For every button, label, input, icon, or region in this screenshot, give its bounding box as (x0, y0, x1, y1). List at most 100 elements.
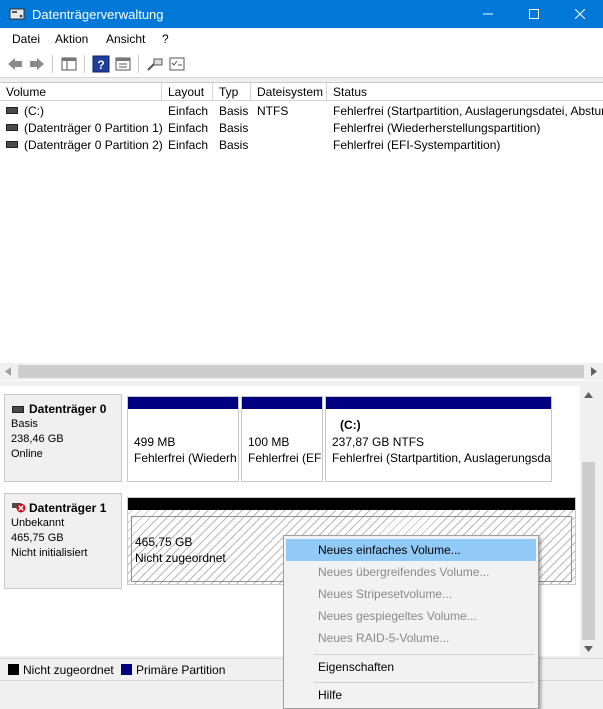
horizontal-scroll-thumb[interactable] (18, 365, 584, 378)
volume-status: Fehlerfrei (Wiederherstellungspartition) (333, 121, 541, 135)
primary-partition-bar (128, 397, 238, 409)
menu-ansicht[interactable]: Ansicht (106, 32, 145, 46)
volume-filesystem: NTFS (257, 104, 289, 118)
partition-status: Fehlerfrei (EF (248, 451, 322, 465)
primary-partition-bar (326, 397, 551, 409)
column-header-filesystem[interactable]: Dateisystem (251, 83, 327, 101)
toolbar-separator (52, 55, 53, 73)
menu-item-help[interactable]: Hilfe (286, 684, 536, 706)
minimize-icon (483, 13, 493, 15)
disk-0-partition-1[interactable]: 499 MB Fehlerfrei (Wiederh (127, 396, 239, 482)
menu-bar: Datei Aktion Ansicht ? (0, 28, 603, 50)
scroll-left-icon[interactable] (4, 367, 12, 376)
menu-item-properties[interactable]: Eigenschaften (286, 656, 536, 678)
scroll-right-icon[interactable] (590, 367, 598, 376)
forward-arrow-icon[interactable] (28, 55, 46, 73)
close-button[interactable] (557, 0, 603, 28)
disk-name: Datenträger 0 (29, 402, 107, 416)
disk-type: Basis (11, 418, 38, 430)
volume-layout: Einfach (168, 138, 209, 152)
column-header-volume[interactable]: Volume (0, 83, 162, 101)
svg-text:?: ? (97, 58, 104, 72)
volume-layout: Einfach (168, 121, 209, 135)
disk-error-icon (12, 503, 26, 513)
legend-swatch-primary (121, 664, 132, 675)
window-title: Datenträgerverwaltung (32, 7, 164, 22)
title-bar: Datenträgerverwaltung (0, 0, 603, 28)
partition-status: Fehlerfrei (Wiederh (134, 451, 237, 465)
table-row[interactable]: (Datenträger 0 Partition 2) Einfach Basi… (0, 136, 603, 153)
disk-status: Nicht initialisiert (11, 547, 88, 559)
menu-separator (314, 654, 534, 655)
disk-0-partition-c[interactable]: (C:) 237,87 GB NTFS Fehlerfrei (Startpar… (325, 396, 552, 482)
maximize-button[interactable] (511, 0, 557, 28)
menu-item-new-striped-volume: Neues Stripesetvolume... (318, 587, 453, 601)
menu-aktion[interactable]: Aktion (55, 32, 88, 46)
disk-name: Datenträger 1 (29, 501, 107, 515)
legend-label-unallocated: Nicht zugeordnet (23, 663, 114, 677)
properties-icon[interactable] (114, 55, 132, 73)
context-menu: Neues einfaches Volume... Neues übergrei… (283, 535, 539, 709)
minimize-button[interactable] (465, 0, 511, 28)
partition-status: Fehlerfrei (Startpartition, Auslagerungs… (332, 451, 551, 465)
toolbar: ? (0, 50, 603, 78)
partition-size: 237,87 GB NTFS (332, 435, 425, 449)
disk-management-app-icon (9, 8, 25, 20)
column-header-type[interactable]: Typ (213, 83, 251, 101)
primary-partition-bar (242, 397, 322, 409)
menu-item-new-mirrored-volume: Neues gespiegeltes Volume... (318, 609, 477, 623)
column-header-layout[interactable]: Layout (162, 83, 213, 101)
legend-swatch-unallocated (8, 664, 19, 675)
volume-name: (Datenträger 0 Partition 2) (24, 138, 163, 152)
rescan-icon[interactable] (146, 55, 164, 73)
volume-type: Basis (219, 121, 249, 135)
volume-status: Fehlerfrei (EFI-Systempartition) (333, 138, 501, 152)
menu-item-new-spanned-volume: Neues übergreifendes Volume... (318, 565, 490, 579)
disk-type: Unbekannt (11, 517, 65, 529)
disk-size: 465,75 GB (11, 532, 64, 544)
menu-item-new-simple-volume[interactable]: Neues einfaches Volume... (286, 539, 536, 561)
table-row[interactable]: (C:) Einfach Basis NTFS Fehlerfrei (Star… (0, 102, 603, 119)
console-tree-icon[interactable] (60, 55, 78, 73)
toolbar-separator (138, 55, 139, 73)
volume-type: Basis (219, 104, 249, 118)
volume-icon (6, 107, 18, 114)
scroll-up-icon[interactable] (584, 391, 593, 398)
table-row[interactable]: (Datenträger 0 Partition 1) Einfach Basi… (0, 119, 603, 136)
disk-size: 238,46 GB (11, 433, 64, 445)
volume-name: (C:) (24, 104, 44, 118)
unallocated-bar (128, 498, 575, 510)
close-icon (575, 9, 585, 19)
scroll-down-icon[interactable] (584, 646, 593, 653)
maximize-icon (529, 9, 539, 19)
menu-datei[interactable]: Datei (12, 32, 40, 46)
list-view-icon[interactable] (168, 55, 186, 73)
back-arrow-icon[interactable] (6, 55, 24, 73)
partition-size: 465,75 GB (135, 535, 193, 549)
column-header-status[interactable]: Status (327, 83, 603, 101)
disk-0-info[interactable]: Datenträger 0 Basis 238,46 GB Online (4, 394, 122, 482)
help-icon[interactable]: ? (92, 55, 110, 73)
disk-1-info[interactable]: Datenträger 1 Unbekannt 465,75 GB Nicht … (4, 493, 122, 589)
horizontal-scrollbar[interactable] (0, 363, 603, 380)
partition-size: 499 MB (134, 435, 176, 449)
legend-label-primary: Primäre Partition (136, 663, 226, 677)
partition-size: 100 MB (248, 435, 290, 449)
partition-label: (C:) (340, 418, 361, 432)
volume-icon (6, 124, 18, 131)
partition-status: Nicht zugeordnet (135, 551, 226, 565)
volume-list: Volume Layout Typ Dateisystem Status (C:… (0, 82, 603, 381)
disk-icon (12, 406, 24, 413)
vertical-scroll-thumb[interactable] (582, 462, 595, 640)
volume-type: Basis (219, 138, 249, 152)
volume-status: Fehlerfrei (Startpartition, Auslagerungs… (333, 104, 603, 118)
disk-0-partition-2[interactable]: 100 MB Fehlerfrei (EF (241, 396, 323, 482)
vertical-scrollbar[interactable] (580, 386, 597, 658)
menu-help[interactable]: ? (162, 32, 169, 46)
menu-item-new-raid5-volume: Neues RAID-5-Volume... (318, 631, 450, 645)
menu-separator (314, 682, 534, 683)
volume-name: (Datenträger 0 Partition 1) (24, 121, 163, 135)
toolbar-separator (84, 55, 85, 73)
volume-layout: Einfach (168, 104, 209, 118)
volume-icon (6, 141, 18, 148)
